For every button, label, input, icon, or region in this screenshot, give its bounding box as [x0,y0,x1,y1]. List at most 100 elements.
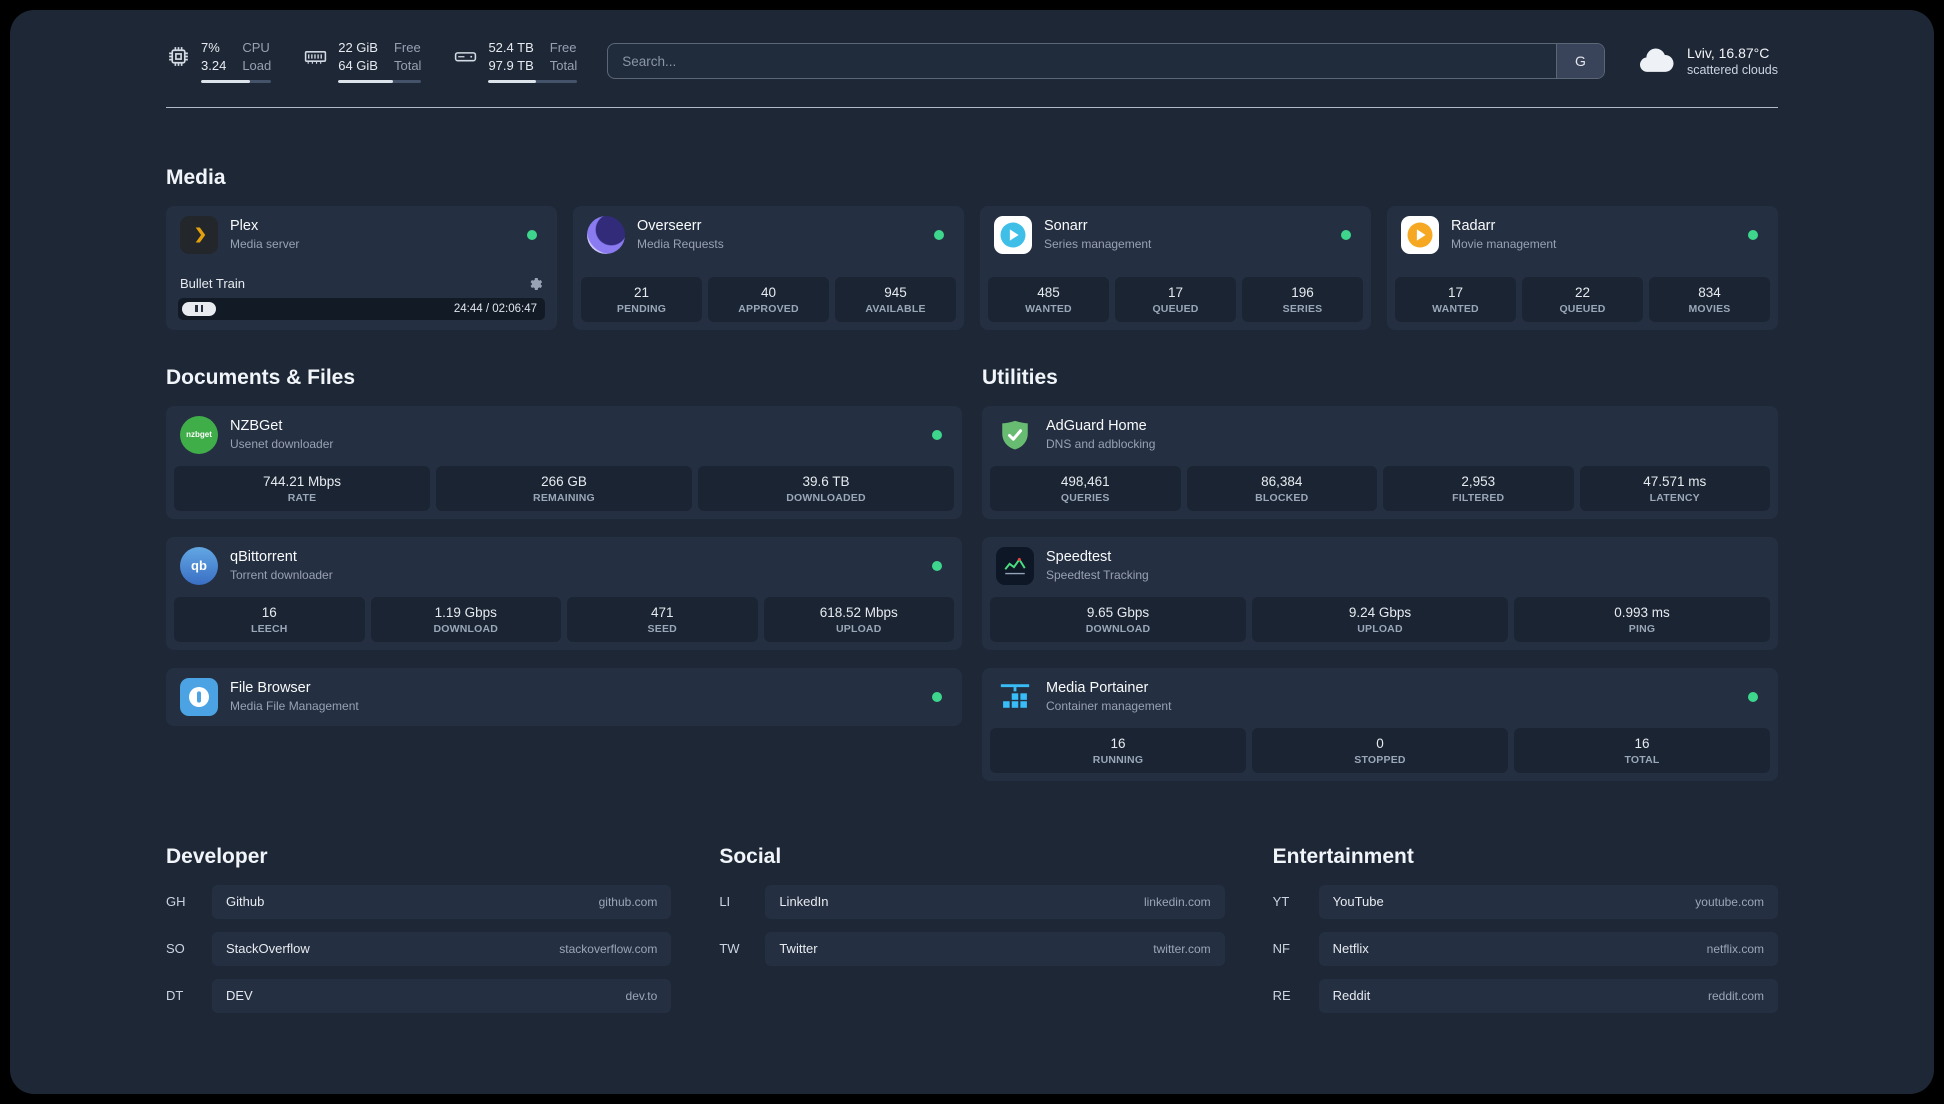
status-dot-online [1341,229,1351,240]
service-card-sonarr[interactable]: Sonarr Series management 485 WANTED 17 Q… [980,205,1371,330]
service-card-speedtest[interactable]: Speedtest Speedtest Tracking 9.65 Gbps D… [982,536,1778,650]
bookmark-abbr: RE [1272,988,1291,1004]
service-title: File Browser [230,680,311,697]
bookmark-linkedin[interactable]: LI LinkedIn linkedin.com [719,884,1225,919]
memory-usage-bar [338,79,422,83]
section-title-developer: Developer [166,844,268,868]
now-playing-title: Bullet Train [180,276,246,292]
stat-latency: 47.571 ms LATENCY [1579,465,1770,511]
bookmark-dev[interactable]: DT DEV dev.to [166,978,672,1013]
service-subtitle: Container management [1046,699,1172,714]
section-title-media: Media [166,165,226,189]
topbar-divider [166,106,1778,108]
cpu-load-label: Load [242,57,272,73]
service-title: Media Portainer [1046,680,1149,697]
stat-approved: 40 APPROVED [708,276,829,322]
service-title: qBittorrent [230,549,297,566]
top-bar: 7% CPU 3.24 Load 22 GiB Free 64 GiB Tota… [166,10,1778,83]
service-subtitle: DNS and adblocking [1046,437,1156,452]
stat-available: 945 AVAILABLE [835,276,956,322]
disk-widget: 52.4 TB Free 97.9 TB Total [453,40,578,83]
disk-icon [453,44,478,69]
service-title: Speedtest [1046,549,1112,566]
cpu-widget: 7% CPU 3.24 Load [166,40,272,83]
disk-total-label: Total [549,57,578,73]
stat-remaining: 266 GB REMAINING [436,465,692,511]
bookmark-abbr: GH [166,894,186,910]
status-dot-online [932,429,942,440]
service-subtitle: Usenet downloader [230,437,334,452]
search-input[interactable] [608,44,1556,79]
weather-location: Lviv, 16.87°C [1686,45,1770,62]
memory-icon [303,44,328,69]
disk-free-value: 52.4 TB [488,40,534,55]
cpu-usage-bar [201,79,272,83]
service-card-nzbget[interactable]: nzbget NZBGet Usenet downloader 744.21 M… [166,405,962,519]
service-title: Overseerr [637,218,702,235]
pause-button[interactable] [182,301,216,316]
memory-free-value: 22 GiB [338,40,378,55]
search-provider-button[interactable]: G [1555,44,1604,79]
stat-rate: 744.21 Mbps RATE [174,465,430,511]
bookmark-abbr: YT [1272,894,1290,910]
service-subtitle: Movie management [1451,237,1557,252]
service-card-filebrowser[interactable]: File Browser Media File Management [166,667,962,726]
bookmark-abbr: TW [719,941,740,957]
bookmark-group-social: Social LI LinkedIn linkedin.com TW Twitt… [719,844,1225,1026]
stat-ping: 0.993 ms PING [1514,596,1770,642]
sonarr-icon [994,215,1032,254]
cpu-usage-value: 7% [201,40,220,55]
service-title: AdGuard Home [1046,418,1147,435]
status-dot-online [932,560,942,571]
status-dot-online [932,691,942,702]
stat-queued: 22 QUEUED [1522,276,1643,322]
bookmark-twitter[interactable]: TW Twitter twitter.com [719,931,1225,966]
stat-movies: 834 MOVIES [1649,276,1770,322]
service-card-plex[interactable]: Plex Media server Bullet Train 24:44 / 0… [166,205,557,330]
stat-stopped: 0 STOPPED [1252,727,1508,773]
stat-downloaded: 39.6 TB DOWNLOADED [698,465,954,511]
bookmark-abbr: NF [1272,941,1290,957]
bookmark-youtube[interactable]: YT YouTube youtube.com [1272,884,1778,919]
memory-free-label: Free [393,40,421,55]
stat-download: 9.65 Gbps DOWNLOAD [990,596,1246,642]
service-card-adguard[interactable]: AdGuard Home DNS and adblocking 498,461 … [982,405,1778,519]
stat-filtered: 2,953 FILTERED [1383,465,1574,511]
nzbget-icon-text: nzbget [186,430,212,440]
bookmark-github[interactable]: GH Github github.com [166,884,672,919]
stat-wanted: 485 WANTED [988,276,1109,322]
nzbget-icon: nzbget [180,415,218,454]
service-card-radarr[interactable]: Radarr Movie management 17 WANTED 22 QUE… [1387,205,1778,330]
bookmark-group-entertainment: Entertainment YT YouTube youtube.com NF … [1273,845,1778,1026]
memory-widget: 22 GiB Free 64 GiB Total [303,40,422,83]
stat-total: 16 TOTAL [1514,727,1770,773]
dashboard-panel: 7% CPU 3.24 Load 22 GiB Free 64 GiB Tota… [10,10,1934,1094]
cpu-load-value: 3.24 [201,57,227,73]
stat-queries: 498,461 QUERIES [990,465,1181,511]
plex-icon [180,215,218,254]
status-dot-online [527,229,537,240]
section-title-social: Social [719,844,782,868]
bookmark-abbr: LI [719,894,731,910]
bookmark-stackoverflow[interactable]: SO StackOverflow stackoverflow.com [166,931,672,966]
qbittorrent-icon-text: qb [191,558,207,574]
bookmark-group-developer: Developer GH Github github.com SO StackO… [166,844,672,1026]
stat-blocked: 86,384 BLOCKED [1186,465,1377,511]
bookmark-reddit[interactable]: RE Reddit reddit.com [1272,978,1778,1013]
memory-total-label: Total [393,57,422,73]
service-card-qbittorrent[interactable]: qb qBittorrent Torrent downloader 16 LEE… [166,536,962,650]
cloud-icon [1635,41,1675,81]
section-title-utilities: Utilities [982,365,1058,389]
status-dot-online [934,229,944,240]
player-progress[interactable]: 24:44 / 02:06:47 [178,297,545,320]
cpu-usage-label: CPU [242,40,270,55]
bookmark-netflix[interactable]: NF Netflix netflix.com [1272,931,1778,966]
stat-queued: 17 QUEUED [1115,276,1236,322]
settings-gear-icon[interactable] [527,276,543,292]
playback-time: 24:44 / 02:06:47 [453,302,537,315]
service-card-portainer[interactable]: Media Portainer Container management 16 … [982,667,1778,781]
service-card-overseerr[interactable]: Overseerr Media Requests 21 PENDING 40 A… [573,205,964,330]
stat-seed: 471 SEED [567,596,758,642]
service-subtitle: Media File Management [230,699,359,714]
filebrowser-icon [180,677,218,716]
